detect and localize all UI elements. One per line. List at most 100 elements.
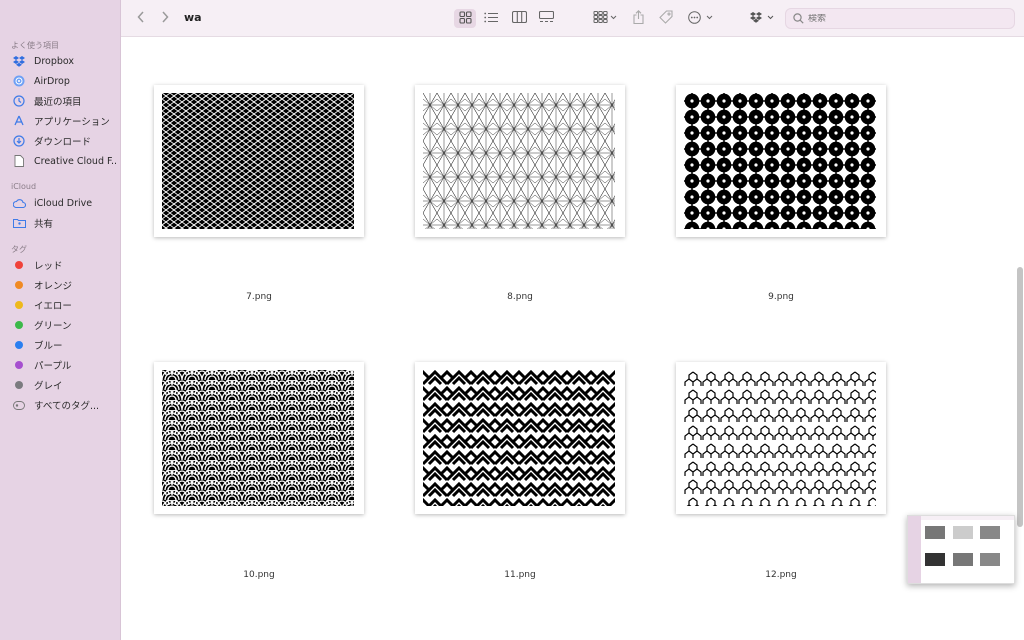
sidebar-item-label: アプリケーション bbox=[34, 117, 110, 128]
toolbar: wa bbox=[121, 0, 1024, 37]
document-icon bbox=[12, 154, 26, 168]
file-grid: 7.png 8.png 9.png 10.png 11.png 12.png bbox=[121, 37, 1024, 640]
sidebar-item-label: Dropbox bbox=[34, 55, 75, 67]
file-thumbnail-8[interactable] bbox=[415, 85, 625, 237]
dropbox-icon bbox=[12, 54, 26, 68]
clock-icon bbox=[12, 94, 26, 108]
sidebar: よく使う項目 Dropbox AirDrop 最近の項目 アプリケーション ダウ… bbox=[0, 0, 121, 640]
tag-icon bbox=[659, 10, 673, 27]
sidebar-item-label: イエロー bbox=[34, 301, 72, 312]
purple-tag-icon bbox=[12, 358, 26, 372]
column-view-button[interactable] bbox=[508, 9, 530, 28]
group-icon bbox=[593, 11, 617, 26]
more-icon bbox=[688, 10, 714, 27]
search-input[interactable] bbox=[808, 13, 988, 24]
red-tag-icon bbox=[12, 258, 26, 272]
lattice-pattern-image bbox=[162, 93, 354, 229]
cloud-icon bbox=[12, 196, 26, 210]
applications-icon bbox=[12, 114, 26, 128]
file-thumbnail-11[interactable] bbox=[415, 362, 625, 514]
shared-folder-icon bbox=[12, 216, 26, 230]
file-thumbnail-12[interactable] bbox=[676, 362, 886, 514]
file-thumbnail-7[interactable] bbox=[154, 85, 364, 237]
icloud-section-title: iCloud bbox=[11, 182, 37, 191]
file-name[interactable]: 11.png bbox=[415, 570, 625, 580]
file-thumbnail-10[interactable] bbox=[154, 362, 364, 514]
airdrop-icon bbox=[12, 74, 26, 88]
search-icon bbox=[793, 13, 804, 24]
tags-section-title: タグ bbox=[11, 245, 27, 254]
sidebar-item-tag-blue[interactable]: ブルー bbox=[6, 336, 116, 354]
sidebar-item-tag-purple[interactable]: パープル bbox=[6, 356, 116, 374]
sidebar-item-icloud-drive[interactable]: iCloud Drive bbox=[6, 194, 116, 212]
icon-view-icon bbox=[458, 10, 472, 27]
sidebar-item-shared[interactable]: 共有 bbox=[6, 214, 116, 232]
sidebar-item-recents[interactable]: 最近の項目 bbox=[6, 92, 116, 110]
vertical-scrollbar[interactable] bbox=[1016, 267, 1024, 527]
sidebar-item-label: レッド bbox=[34, 261, 63, 272]
yellow-tag-icon bbox=[12, 298, 26, 312]
sidebar-item-applications[interactable]: アプリケーション bbox=[6, 112, 116, 130]
list-view-button[interactable] bbox=[480, 9, 502, 28]
gray-tag-icon bbox=[12, 378, 26, 392]
chevron-left-icon bbox=[137, 11, 145, 26]
sayagata-pattern-image bbox=[423, 370, 615, 506]
download-icon bbox=[12, 134, 26, 148]
sidebar-item-tag-gray[interactable]: グレイ bbox=[6, 376, 116, 394]
file-name[interactable]: 12.png bbox=[676, 570, 886, 580]
share-icon bbox=[632, 10, 644, 27]
scrollbar-thumb[interactable] bbox=[1017, 267, 1023, 527]
blue-tag-icon bbox=[12, 338, 26, 352]
forward-button[interactable] bbox=[157, 9, 173, 28]
sidebar-item-tag-green[interactable]: グリーン bbox=[6, 316, 116, 334]
sidebar-item-label: グレイ bbox=[34, 381, 63, 392]
chevron-right-icon bbox=[161, 11, 169, 26]
seigaiha-pattern-image bbox=[162, 370, 354, 506]
sidebar-item-label: 最近の項目 bbox=[34, 97, 82, 108]
file-name[interactable]: 9.png bbox=[676, 292, 886, 302]
sidebar-item-label: iCloud Drive bbox=[34, 197, 93, 209]
icon-view-button[interactable] bbox=[454, 9, 476, 28]
asanoha-pattern-image bbox=[423, 93, 615, 229]
column-view-icon bbox=[511, 10, 527, 26]
sidebar-item-dropbox[interactable]: Dropbox bbox=[6, 52, 116, 70]
sidebar-item-creative-cloud[interactable]: Creative Cloud F... bbox=[6, 152, 116, 170]
group-button[interactable] bbox=[590, 9, 620, 28]
sidebar-item-label: グリーン bbox=[34, 321, 72, 332]
screenshot-preview-thumbnail[interactable] bbox=[907, 515, 1015, 584]
share-button[interactable] bbox=[629, 9, 647, 28]
file-name[interactable]: 10.png bbox=[154, 570, 364, 580]
dropbox-icon bbox=[750, 11, 776, 26]
file-name[interactable]: 7.png bbox=[154, 292, 364, 302]
sidebar-item-label: ダウンロード bbox=[34, 137, 92, 148]
dropbox-menu-button[interactable] bbox=[749, 9, 777, 28]
more-actions-button[interactable] bbox=[687, 9, 715, 28]
file-thumbnail-9[interactable] bbox=[676, 85, 886, 237]
gallery-view-button[interactable] bbox=[535, 9, 557, 28]
sidebar-item-tag-yellow[interactable]: イエロー bbox=[6, 296, 116, 314]
sidebar-item-airdrop[interactable]: AirDrop bbox=[6, 72, 116, 90]
list-view-icon bbox=[484, 12, 498, 26]
shippo-pattern-image bbox=[684, 93, 876, 229]
sidebar-item-label: パープル bbox=[34, 361, 72, 372]
sidebar-item-tag-orange[interactable]: オレンジ bbox=[6, 276, 116, 294]
sidebar-item-label: AirDrop bbox=[34, 75, 70, 87]
back-button[interactable] bbox=[133, 9, 149, 28]
file-name[interactable]: 8.png bbox=[415, 292, 625, 302]
sidebar-item-label: オレンジ bbox=[34, 281, 73, 292]
sidebar-item-downloads[interactable]: ダウンロード bbox=[6, 132, 116, 150]
sidebar-item-label: Creative Cloud F... bbox=[34, 155, 116, 167]
kikko-pattern-image bbox=[684, 370, 876, 506]
favorites-section-title: よく使う項目 bbox=[11, 41, 59, 50]
gallery-view-icon bbox=[538, 10, 554, 26]
screenshot-preview-image bbox=[908, 516, 1014, 583]
sidebar-item-all-tags[interactable]: すべてのタグ... bbox=[6, 396, 116, 414]
orange-tag-icon bbox=[12, 278, 26, 292]
all-tags-icon bbox=[12, 398, 26, 412]
sidebar-item-label: ブルー bbox=[34, 341, 63, 352]
green-tag-icon bbox=[12, 318, 26, 332]
sidebar-item-label: 共有 bbox=[34, 219, 54, 230]
search-field[interactable] bbox=[785, 8, 1015, 29]
sidebar-item-tag-red[interactable]: レッド bbox=[6, 256, 116, 274]
tag-button[interactable] bbox=[656, 9, 676, 28]
